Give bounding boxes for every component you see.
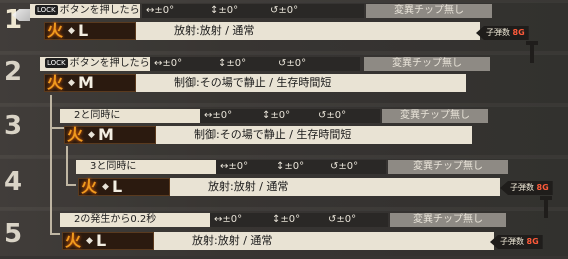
child-bullet-tag: 子弾数 8G <box>500 181 553 195</box>
bullet-size: M <box>98 125 114 144</box>
vertical-angle: ↕±0° <box>218 58 247 69</box>
tree-connector <box>66 184 76 186</box>
rotation-angle: ↺±0° <box>270 5 299 16</box>
angle-params: ↔±0° ↕±0° ↺±0° <box>200 109 380 123</box>
fire-icon: 火 <box>81 177 98 196</box>
tag-label: 子弾数 <box>500 237 524 246</box>
effect-label: 放射:放射 / 通常 <box>170 178 500 196</box>
mutation-chip: 変異チップ無し <box>390 213 506 227</box>
tag-value: 8G <box>536 183 549 192</box>
fire-icon: 火 <box>67 125 84 144</box>
mutation-chip: 変異チップ無し <box>366 4 492 18</box>
rotation-angle: ↺±0° <box>318 110 347 121</box>
vertical-angle: ↕±0° <box>276 161 305 172</box>
tag-value: 8G <box>512 28 525 37</box>
tag-label: 子弾数 <box>510 183 534 192</box>
angle-params: ↔±0° ↕±0° ↺±0° <box>210 213 388 227</box>
lock-button-icon: LOCK <box>45 58 68 68</box>
bullet-size: L <box>96 231 107 250</box>
effect-label: 放射:放射 / 通常 <box>154 232 494 250</box>
separator-icon: ◆ <box>68 26 75 36</box>
branch-connector-icon <box>526 41 538 63</box>
horizontal-angle: ↔±0° <box>214 214 243 225</box>
condition-label: LOCK ボタンを押したら <box>30 4 140 18</box>
vertical-angle: ↕±0° <box>272 214 301 225</box>
tag-value: 8G <box>526 237 539 246</box>
effect-label: 制御:その場で静止 / 生存時間短 <box>156 126 472 144</box>
tree-connector <box>50 233 60 235</box>
tree-connector <box>50 95 52 235</box>
effect-label: 制御:その場で静止 / 生存時間短 <box>136 74 466 92</box>
horizontal-angle: ↔±0° <box>146 5 175 16</box>
fire-icon: 火 <box>47 73 64 92</box>
row-number: 5 <box>3 219 23 249</box>
vertical-angle: ↕±0° <box>210 5 239 16</box>
rotation-angle: ↺±0° <box>278 58 307 69</box>
angle-params: ↔±0° ↕±0° ↺±0° <box>142 4 364 18</box>
child-bullet-tag: 子弾数 8G <box>476 26 529 40</box>
fire-icon: 火 <box>47 21 64 40</box>
separator-icon: ◆ <box>86 236 93 246</box>
bullet-size: M <box>78 73 94 92</box>
horizontal-angle: ↔±0° <box>204 110 233 121</box>
bullet-size: L <box>112 177 123 196</box>
condition-text: ボタンを押したら <box>69 58 150 69</box>
horizontal-angle: ↔±0° <box>220 161 249 172</box>
separator-icon: ◆ <box>102 182 109 192</box>
condition-label: 3と同時に <box>76 160 216 174</box>
angle-params: ↔±0° ↕±0° ↺±0° <box>216 160 386 174</box>
rotation-angle: ↺±0° <box>328 214 357 225</box>
row-number: 4 <box>3 167 23 197</box>
condition-text: ボタンを押したら <box>59 5 140 16</box>
separator-icon: ◆ <box>68 78 75 88</box>
mutation-chip: 変異チップ無し <box>382 109 488 123</box>
row-number: 3 <box>3 111 23 141</box>
condition-text: 3と同時に <box>90 161 137 172</box>
bullet-element-icon: 火 ◆ L <box>44 22 136 40</box>
condition-text: 2の発生から0.2秒 <box>74 214 157 225</box>
condition-text: 2と同時に <box>74 110 121 121</box>
bullet-element-icon: 火 ◆ M <box>44 74 136 92</box>
bullet-element-icon: 火 ◆ L <box>78 178 170 196</box>
horizontal-angle: ↔±0° <box>154 58 183 69</box>
bullet-size: L <box>78 21 89 40</box>
angle-params: ↔±0° ↕±0° ↺±0° <box>150 57 360 71</box>
row-number: 2 <box>3 57 23 87</box>
mutation-chip: 変異チップ無し <box>364 57 490 71</box>
effect-label: 放射:放射 / 通常 <box>136 22 480 40</box>
tree-connector <box>66 146 68 186</box>
fire-icon: 火 <box>65 231 82 250</box>
condition-label: 2の発生から0.2秒 <box>60 213 210 227</box>
tag-label: 子弾数 <box>486 28 510 37</box>
tree-connector <box>50 127 64 129</box>
mutation-chip: 変異チップ無し <box>388 160 508 174</box>
condition-label: LOCK ボタンを押したら <box>40 57 150 71</box>
bullet-element-icon: 火 ◆ L <box>62 232 154 250</box>
rotation-angle: ↺±0° <box>330 161 359 172</box>
bullet-element-icon: 火 ◆ M <box>64 126 156 144</box>
child-bullet-tag: 子弾数 8G <box>490 235 543 249</box>
branch-connector-icon <box>540 196 552 218</box>
lock-button-icon: LOCK <box>35 5 58 15</box>
condition-label: 2と同時に <box>60 109 200 123</box>
vertical-angle: ↕±0° <box>262 110 291 121</box>
separator-icon: ◆ <box>88 130 95 140</box>
